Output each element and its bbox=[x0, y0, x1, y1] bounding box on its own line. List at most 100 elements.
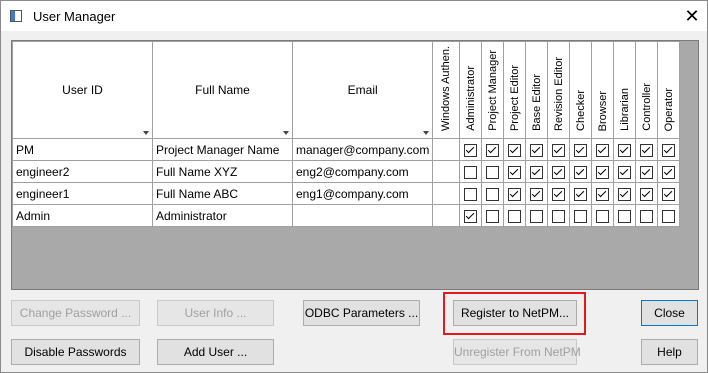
users-grid: User ID Full Name Email Windows Authen. … bbox=[11, 40, 699, 290]
checked-checkbox[interactable] bbox=[552, 187, 566, 201]
change-password-button[interactable]: Change Password ... bbox=[11, 300, 140, 326]
col-header-user-id[interactable]: User ID bbox=[12, 41, 153, 139]
unchecked-checkbox[interactable] bbox=[596, 209, 610, 223]
col-header-base-editor[interactable]: Base Editor bbox=[525, 41, 549, 139]
cell-windows-authen[interactable] bbox=[432, 160, 461, 183]
cell-email[interactable]: manager@company.com bbox=[291, 138, 434, 161]
unchecked-checkbox[interactable] bbox=[486, 209, 500, 223]
checked-checkbox[interactable] bbox=[530, 143, 544, 157]
filter-dropdown-icon[interactable] bbox=[283, 131, 289, 135]
checked-checkbox[interactable] bbox=[596, 143, 610, 157]
cell-email[interactable] bbox=[291, 204, 434, 227]
help-button[interactable]: Help bbox=[641, 339, 698, 365]
checked-checkbox[interactable] bbox=[618, 187, 632, 201]
unchecked-checkbox[interactable] bbox=[640, 209, 654, 223]
checked-checkbox[interactable] bbox=[640, 143, 654, 157]
checked-checkbox[interactable] bbox=[640, 187, 654, 201]
checked-checkbox[interactable] bbox=[552, 143, 566, 157]
cell-role bbox=[591, 204, 615, 227]
checked-checkbox[interactable] bbox=[596, 165, 610, 179]
filter-dropdown-icon[interactable] bbox=[423, 131, 430, 135]
col-header-project-manager[interactable]: Project Manager bbox=[481, 41, 505, 139]
checked-checkbox[interactable] bbox=[530, 165, 544, 179]
unchecked-checkbox[interactable] bbox=[464, 187, 478, 201]
disable-passwords-button[interactable]: Disable Passwords bbox=[11, 339, 140, 365]
cell-email[interactable]: eng2@company.com bbox=[291, 160, 434, 183]
checked-checkbox[interactable] bbox=[618, 165, 632, 179]
cell-role bbox=[657, 182, 681, 205]
checked-checkbox[interactable] bbox=[486, 143, 500, 157]
cell-windows-authen[interactable] bbox=[432, 138, 461, 161]
cell-role bbox=[657, 204, 681, 227]
col-header-librarian[interactable]: Librarian bbox=[613, 41, 637, 139]
add-user-button[interactable]: Add User ... bbox=[157, 339, 274, 365]
checked-checkbox[interactable] bbox=[640, 165, 654, 179]
cell-user-id[interactable]: engineer2 bbox=[12, 160, 153, 183]
cell-full-name[interactable]: Project Manager Name bbox=[152, 138, 293, 161]
checked-checkbox[interactable] bbox=[662, 165, 676, 179]
unchecked-checkbox[interactable] bbox=[486, 165, 500, 179]
checked-checkbox[interactable] bbox=[662, 143, 676, 157]
user-info-button[interactable]: User Info ... bbox=[157, 300, 274, 326]
unchecked-checkbox[interactable] bbox=[464, 165, 478, 179]
cell-full-name[interactable]: Full Name ABC bbox=[152, 182, 293, 205]
cell-full-name[interactable]: Administrator bbox=[152, 204, 293, 227]
checked-checkbox[interactable] bbox=[508, 143, 522, 157]
checked-checkbox[interactable] bbox=[662, 187, 676, 201]
cell-user-id[interactable]: engineer1 bbox=[12, 182, 153, 205]
cell-user-id[interactable]: Admin bbox=[12, 204, 153, 227]
close-window-icon[interactable]: ✕ bbox=[679, 3, 705, 29]
checked-checkbox[interactable] bbox=[574, 165, 588, 179]
cell-role bbox=[503, 182, 527, 205]
col-header-browser[interactable]: Browser bbox=[591, 41, 615, 139]
cell-windows-authen[interactable] bbox=[432, 204, 461, 227]
checked-checkbox[interactable] bbox=[464, 209, 478, 223]
col-label: Project Editor bbox=[508, 64, 521, 131]
cell-role bbox=[569, 138, 593, 161]
table-row[interactable]: engineer1 Full Name ABC eng1@company.com bbox=[12, 182, 681, 205]
checked-checkbox[interactable] bbox=[530, 187, 544, 201]
table-row[interactable]: engineer2 Full Name XYZ eng2@company.com bbox=[12, 160, 681, 183]
col-header-email[interactable]: Email bbox=[291, 41, 434, 139]
col-label: Administrator bbox=[464, 66, 477, 131]
cell-user-id[interactable]: PM bbox=[12, 138, 153, 161]
filter-dropdown-icon[interactable] bbox=[143, 131, 149, 135]
checked-checkbox[interactable] bbox=[574, 143, 588, 157]
checked-checkbox[interactable] bbox=[508, 165, 522, 179]
unchecked-checkbox[interactable] bbox=[618, 209, 632, 223]
checked-checkbox[interactable] bbox=[574, 187, 588, 201]
cell-full-name[interactable]: Full Name XYZ bbox=[152, 160, 293, 183]
cell-role bbox=[613, 138, 637, 161]
table-row[interactable]: PM Project Manager Name manager@company.co… bbox=[12, 138, 681, 161]
col-header-controller[interactable]: Controller bbox=[635, 41, 659, 139]
cell-role bbox=[503, 138, 527, 161]
unchecked-checkbox[interactable] bbox=[662, 209, 676, 223]
col-header-full-name[interactable]: Full Name bbox=[152, 41, 293, 139]
odbc-parameters-button[interactable]: ODBC Parameters ... bbox=[303, 300, 420, 326]
col-header-project-editor[interactable]: Project Editor bbox=[503, 41, 527, 139]
col-header-checker[interactable]: Checker bbox=[569, 41, 593, 139]
cell-email[interactable]: eng1@company.com bbox=[291, 182, 434, 205]
unregister-netpm-button[interactable]: Unregister From NetPM bbox=[453, 339, 581, 365]
cell-windows-authen[interactable] bbox=[432, 182, 461, 205]
cell-role bbox=[657, 138, 681, 161]
unchecked-checkbox[interactable] bbox=[486, 187, 500, 201]
col-header-revision-editor[interactable]: Revision Editor bbox=[547, 41, 571, 139]
unchecked-checkbox[interactable] bbox=[530, 209, 544, 223]
checked-checkbox[interactable] bbox=[552, 165, 566, 179]
cell-role bbox=[569, 182, 593, 205]
checked-checkbox[interactable] bbox=[508, 187, 522, 201]
cell-role bbox=[635, 138, 659, 161]
table-row[interactable]: Admin Administrator bbox=[12, 204, 681, 227]
unchecked-checkbox[interactable] bbox=[552, 209, 566, 223]
col-header-administrator[interactable]: Administrator bbox=[459, 41, 483, 139]
cell-role bbox=[459, 204, 483, 227]
close-button[interactable]: Close bbox=[641, 300, 698, 326]
checked-checkbox[interactable] bbox=[464, 143, 478, 157]
col-header-windows-authen[interactable]: Windows Authen. bbox=[432, 41, 461, 139]
checked-checkbox[interactable] bbox=[618, 143, 632, 157]
checked-checkbox[interactable] bbox=[596, 187, 610, 201]
col-header-operator[interactable]: Operator bbox=[657, 41, 681, 139]
unchecked-checkbox[interactable] bbox=[508, 209, 522, 223]
unchecked-checkbox[interactable] bbox=[574, 209, 588, 223]
